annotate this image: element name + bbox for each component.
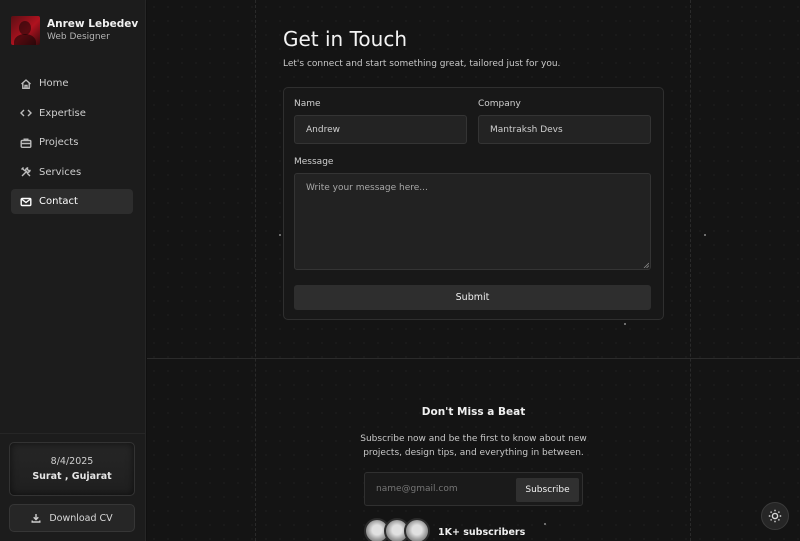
tools-icon	[20, 166, 32, 178]
subscriber-avatar	[404, 518, 430, 541]
theme-toggle-button[interactable]	[761, 502, 789, 530]
sparkle-dot	[624, 323, 626, 325]
code-icon	[20, 107, 32, 119]
sidebar: Anrew Lebedev Web Designer Home Expertis…	[0, 0, 146, 541]
sidebar-item-expertise[interactable]: Expertise	[11, 101, 133, 126]
download-cv-label: Download CV	[49, 512, 113, 524]
subscriber-count: 1K+ subscribers	[438, 527, 526, 538]
resize-grip-icon[interactable]	[643, 262, 649, 268]
message-textarea[interactable]	[294, 173, 651, 270]
sparkle-dot	[544, 523, 546, 525]
sparkle-dot	[279, 234, 281, 236]
subscribe-button[interactable]: Subscribe	[516, 478, 579, 502]
sidebar-item-projects[interactable]: Projects	[11, 130, 133, 155]
profile-name: Anrew Lebedev	[47, 18, 139, 30]
download-icon	[31, 514, 41, 523]
sidebar-item-contact[interactable]: Contact	[11, 189, 133, 214]
sidebar-item-home[interactable]: Home	[11, 71, 133, 96]
submit-button[interactable]: Submit	[294, 285, 651, 310]
profile: Anrew Lebedev Web Designer	[11, 16, 138, 45]
sparkle-dot	[704, 234, 706, 236]
download-cv-button[interactable]: Download CV	[9, 504, 135, 532]
company-label: Company	[478, 99, 521, 109]
name-label: Name	[294, 99, 321, 109]
current-location: Surat , Gujarat	[32, 471, 112, 482]
grid-line	[255, 0, 256, 541]
page-title: Get in Touch	[283, 27, 407, 51]
main-content: Get in Touch Let's connect and start som…	[147, 0, 800, 541]
sidebar-divider	[0, 433, 146, 434]
message-label: Message	[294, 157, 334, 167]
newsletter-form: Subscribe	[364, 472, 583, 506]
section-divider	[147, 358, 800, 359]
briefcase-icon	[20, 137, 32, 149]
sidebar-item-label: Contact	[39, 196, 78, 207]
sidebar-item-label: Projects	[39, 137, 79, 148]
sun-icon	[768, 509, 782, 523]
home-icon	[20, 78, 32, 90]
sidebar-item-label: Expertise	[39, 107, 86, 119]
company-input[interactable]	[478, 115, 651, 144]
sidebar-item-label: Services	[39, 166, 82, 178]
name-input[interactable]	[294, 115, 467, 144]
current-date: 8/4/2025	[50, 456, 94, 467]
newsletter-email-input[interactable]	[366, 474, 511, 504]
grid-line	[690, 0, 691, 541]
profile-text: Anrew Lebedev Web Designer	[47, 17, 138, 44]
newsletter-description: Subscribe now and be the first to know a…	[360, 434, 587, 458]
sidebar-nav: Home Expertise Projects Services Contact	[11, 71, 133, 219]
sidebar-item-services[interactable]: Services	[11, 160, 133, 185]
mail-icon	[20, 196, 32, 208]
profile-role: Web Designer	[47, 32, 110, 42]
page-subtitle: Let's connect and start something great,…	[283, 59, 561, 69]
newsletter-title: Don't Miss a Beat	[421, 406, 526, 418]
contact-form: Name Company Message Submit	[283, 87, 664, 320]
sidebar-item-label: Home	[39, 78, 69, 89]
date-location-card: 8/4/2025 Surat , Gujarat	[9, 442, 135, 496]
avatar	[11, 16, 40, 45]
